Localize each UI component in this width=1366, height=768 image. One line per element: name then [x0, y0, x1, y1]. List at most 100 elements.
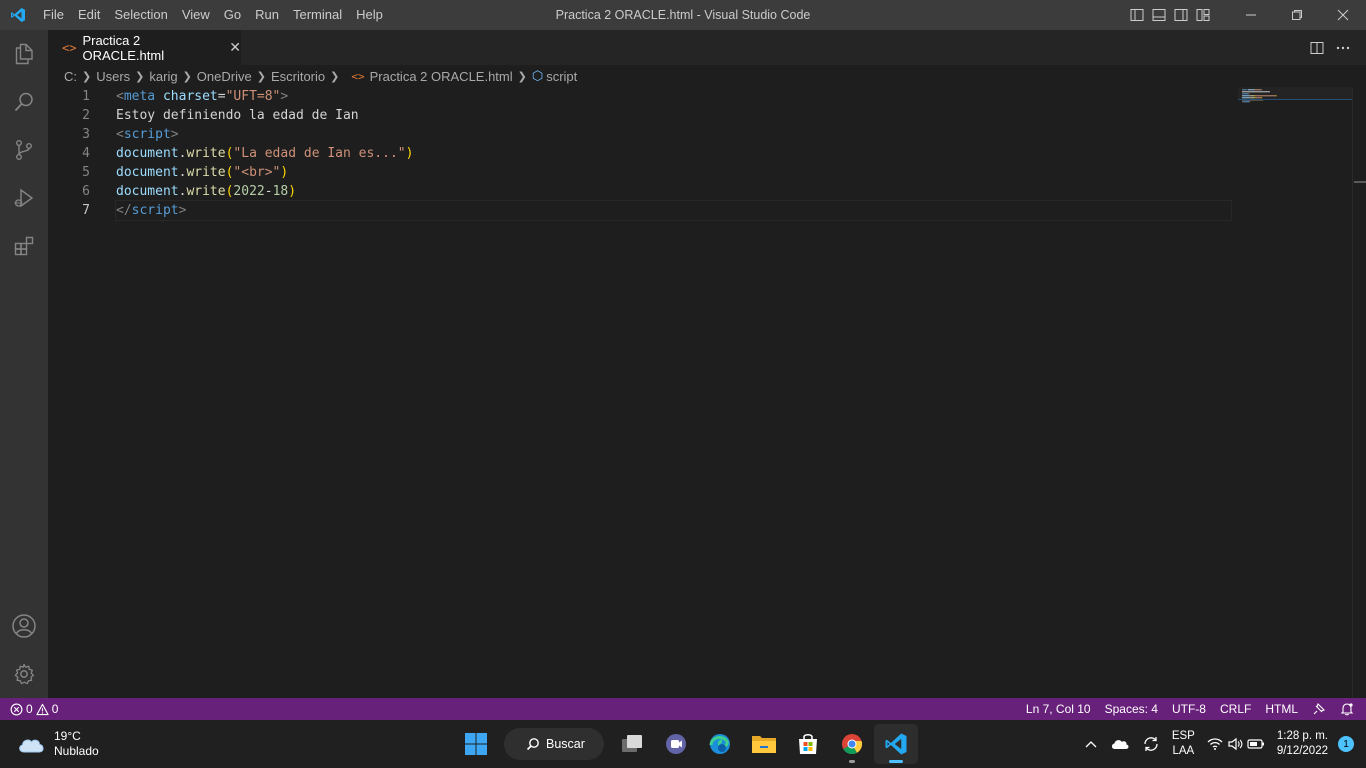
active-indicator: [889, 760, 903, 763]
scrollbar-thumb[interactable]: [1354, 181, 1366, 183]
menu-go[interactable]: Go: [217, 0, 248, 30]
minimap-token: [1243, 101, 1250, 103]
code-line[interactable]: document.write(2022-18): [116, 182, 1231, 201]
line-number-gutter: 1 2 3 4 5 6 7: [48, 87, 104, 220]
windows-taskbar: 19°C Nublado Buscar ESP LAA 1:28 p. m. 9…: [0, 720, 1366, 768]
code-line[interactable]: document.write("La edad de Ian es..."): [116, 144, 1231, 163]
indentation[interactable]: Spaces: 4: [1098, 698, 1165, 720]
search-icon[interactable]: [0, 78, 48, 126]
menu-selection[interactable]: Selection: [107, 0, 174, 30]
notifications-bell-icon[interactable]: [1333, 698, 1366, 720]
code-line[interactable]: document.write("<br>"): [116, 163, 1231, 182]
vertical-scrollbar[interactable]: [1352, 87, 1366, 698]
weather-temperature: 19°C: [54, 729, 81, 743]
warning-icon: [36, 703, 49, 715]
close-window-icon[interactable]: [1320, 0, 1366, 30]
error-count: 0: [26, 702, 33, 716]
extensions-icon[interactable]: [0, 222, 48, 270]
toggle-panel-icon[interactable]: [1148, 0, 1170, 30]
editor-tab[interactable]: <> Practica 2 ORACLE.html ✕: [48, 30, 241, 65]
line-number: 4: [82, 146, 90, 161]
menu-help[interactable]: Help: [349, 0, 390, 30]
menu-view[interactable]: View: [175, 0, 217, 30]
code-token: >: [170, 127, 179, 142]
wifi-icon[interactable]: [1201, 720, 1225, 768]
running-indicator: [849, 760, 855, 763]
cursor-position[interactable]: Ln 7, Col 10: [1019, 698, 1098, 720]
taskbar-search-button[interactable]: Buscar: [504, 728, 604, 760]
code-line[interactable]: <script>: [116, 125, 1231, 144]
problems-indicator[interactable]: 0 0: [0, 698, 58, 720]
error-icon: [10, 703, 23, 715]
breadcrumb-item-drive[interactable]: C:: [64, 69, 77, 84]
minimap[interactable]: [1238, 87, 1352, 698]
tab-close-icon[interactable]: ✕: [229, 39, 241, 56]
vscode-logo-icon[interactable]: [0, 0, 36, 30]
code-token: document: [116, 146, 179, 161]
task-view-icon[interactable]: [610, 724, 654, 764]
start-menu-icon[interactable]: [454, 724, 498, 764]
code-line[interactable]: <meta charset="UFT=8">: [116, 87, 1231, 106]
split-editor-icon[interactable]: [1304, 30, 1330, 65]
source-control-icon[interactable]: [0, 126, 48, 174]
minimap-viewport[interactable]: [1238, 87, 1352, 100]
vscode-taskbar-icon[interactable]: [874, 724, 918, 764]
menu-terminal[interactable]: Terminal: [286, 0, 349, 30]
notification-count-badge[interactable]: 1: [1338, 736, 1354, 752]
code-token: <: [116, 89, 124, 104]
chevron-right-icon: ❯: [182, 70, 192, 83]
breadcrumb-item-folder[interactable]: Escritorio: [271, 69, 325, 84]
microsoft-store-icon[interactable]: [786, 724, 830, 764]
chevron-right-icon: ❯: [256, 70, 266, 83]
customize-layout-icon[interactable]: [1192, 0, 1214, 30]
menu-run[interactable]: Run: [248, 0, 286, 30]
breadcrumb-item-symbol[interactable]: script: [546, 69, 577, 84]
toggle-secondary-sidebar-icon[interactable]: [1170, 0, 1192, 30]
feedback-icon[interactable]: [1305, 698, 1333, 720]
onedrive-cloud-icon[interactable]: [1104, 720, 1136, 768]
manage-gear-icon[interactable]: [0, 650, 48, 698]
edge-browser-icon[interactable]: [698, 724, 742, 764]
breadcrumb-item-file[interactable]: Practica 2 ORACLE.html: [370, 69, 513, 84]
weather-widget[interactable]: 19°C Nublado: [16, 720, 99, 768]
chrome-browser-icon[interactable]: [830, 724, 874, 764]
file-explorer-icon[interactable]: [742, 724, 786, 764]
title-bar: File Edit Selection View Go Run Terminal…: [0, 0, 1366, 30]
clock[interactable]: 1:28 p. m. 9/12/2022: [1271, 720, 1338, 768]
html-file-icon: <>: [62, 40, 77, 55]
toggle-primary-sidebar-icon[interactable]: [1126, 0, 1148, 30]
minimize-icon[interactable]: [1228, 0, 1274, 30]
volume-icon[interactable]: [1225, 720, 1245, 768]
run-debug-icon[interactable]: [0, 174, 48, 222]
restore-icon[interactable]: [1274, 0, 1320, 30]
code-area[interactable]: <meta charset="UFT=8"> Estoy definiendo l…: [115, 87, 1232, 221]
breadcrumb: C: ❯ Users ❯ karig ❯ OneDrive ❯ Escritor…: [48, 65, 1366, 87]
menu-file[interactable]: File: [36, 0, 71, 30]
language-mode[interactable]: HTML: [1258, 698, 1305, 720]
code-editor[interactable]: 1234567 <meta charset="UFT=8"> Estoy defi…: [48, 87, 1366, 698]
more-actions-icon[interactable]: [1330, 30, 1356, 65]
end-of-line[interactable]: CRLF: [1213, 698, 1258, 720]
input-language[interactable]: ESP LAA: [1166, 720, 1201, 768]
line-number: 5: [82, 165, 90, 180]
code-line[interactable]: </script>: [115, 200, 1232, 221]
teams-chat-icon[interactable]: [654, 724, 698, 764]
accounts-icon[interactable]: [0, 602, 48, 650]
battery-icon[interactable]: [1245, 720, 1271, 768]
explorer-icon[interactable]: [0, 30, 48, 78]
code-token: charset: [162, 89, 218, 104]
chevron-up-icon[interactable]: [1078, 720, 1104, 768]
breadcrumb-item-users[interactable]: Users: [96, 69, 130, 84]
status-right: Ln 7, Col 10 Spaces: 4 UTF-8 CRLF HTML: [1019, 698, 1366, 720]
chevron-right-icon: ❯: [517, 70, 527, 83]
code-token: "UFT=8": [225, 89, 281, 104]
code-token: >: [178, 203, 187, 218]
breadcrumb-item-user[interactable]: karig: [149, 69, 177, 84]
tab-label: Practica 2 ORACLE.html: [82, 32, 165, 63]
menu-edit[interactable]: Edit: [71, 0, 107, 30]
file-encoding[interactable]: UTF-8: [1165, 698, 1213, 720]
code-line[interactable]: Estoy definiendo la edad de Ian: [116, 106, 1231, 125]
status-bar: 0 0 Ln 7, Col 10 Spaces: 4 UTF-8 CRLF HT…: [0, 698, 1366, 720]
breadcrumb-item-onedrive[interactable]: OneDrive: [197, 69, 252, 84]
sync-icon[interactable]: [1136, 720, 1166, 768]
